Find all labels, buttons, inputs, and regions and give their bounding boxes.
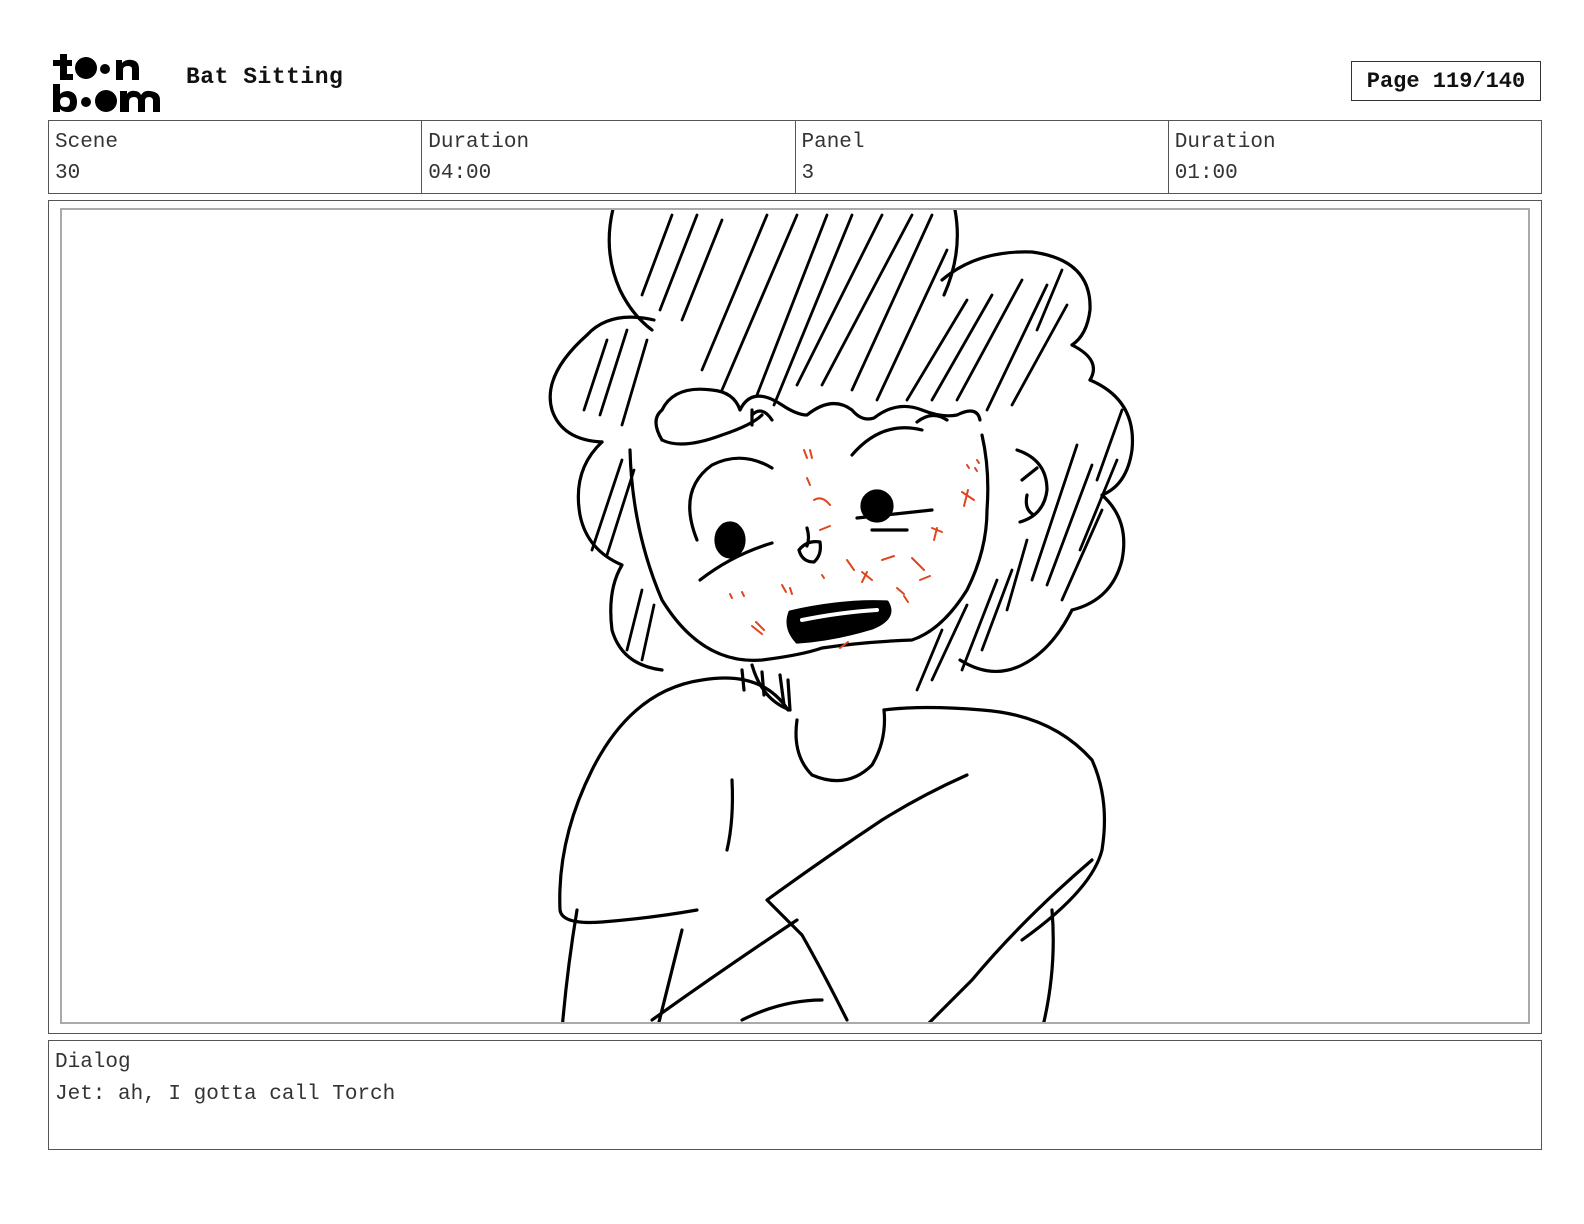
panel-label: Panel [801, 131, 865, 154]
character-sketch [548, 210, 1135, 1022]
scene-cell: Scene 30 [49, 121, 423, 193]
panel-value: 3 [801, 162, 815, 185]
dialog-text: Jet: ah, I gotta call Torch [55, 1083, 396, 1106]
dialog-box: Dialog Jet: ah, I gotta call Torch [48, 1040, 1542, 1150]
storyboard-panel-image [60, 208, 1530, 1024]
panel-cell: Panel 3 [796, 121, 1169, 193]
storyboard-panel-frame [48, 200, 1542, 1034]
panel-duration-cell: Duration 01:00 [1169, 121, 1541, 193]
toon-boom-logo [53, 54, 160, 112]
scene-duration-value: 04:00 [428, 162, 492, 185]
panel-duration-label: Duration [1174, 131, 1276, 154]
panel-duration-value: 01:00 [1174, 162, 1238, 185]
dialog-label: Dialog [55, 1051, 131, 1074]
scene-duration-cell: Duration 04:00 [422, 121, 796, 193]
scene-duration-label: Duration [428, 131, 530, 154]
scene-value: 30 [55, 162, 81, 185]
scene-info-table: Scene 30 Duration 04:00 Panel 3 Duration… [48, 120, 1542, 194]
page-number: Page 119/140 [1351, 61, 1541, 101]
scene-label: Scene [55, 131, 119, 154]
project-title: Bat Sitting [186, 64, 344, 90]
